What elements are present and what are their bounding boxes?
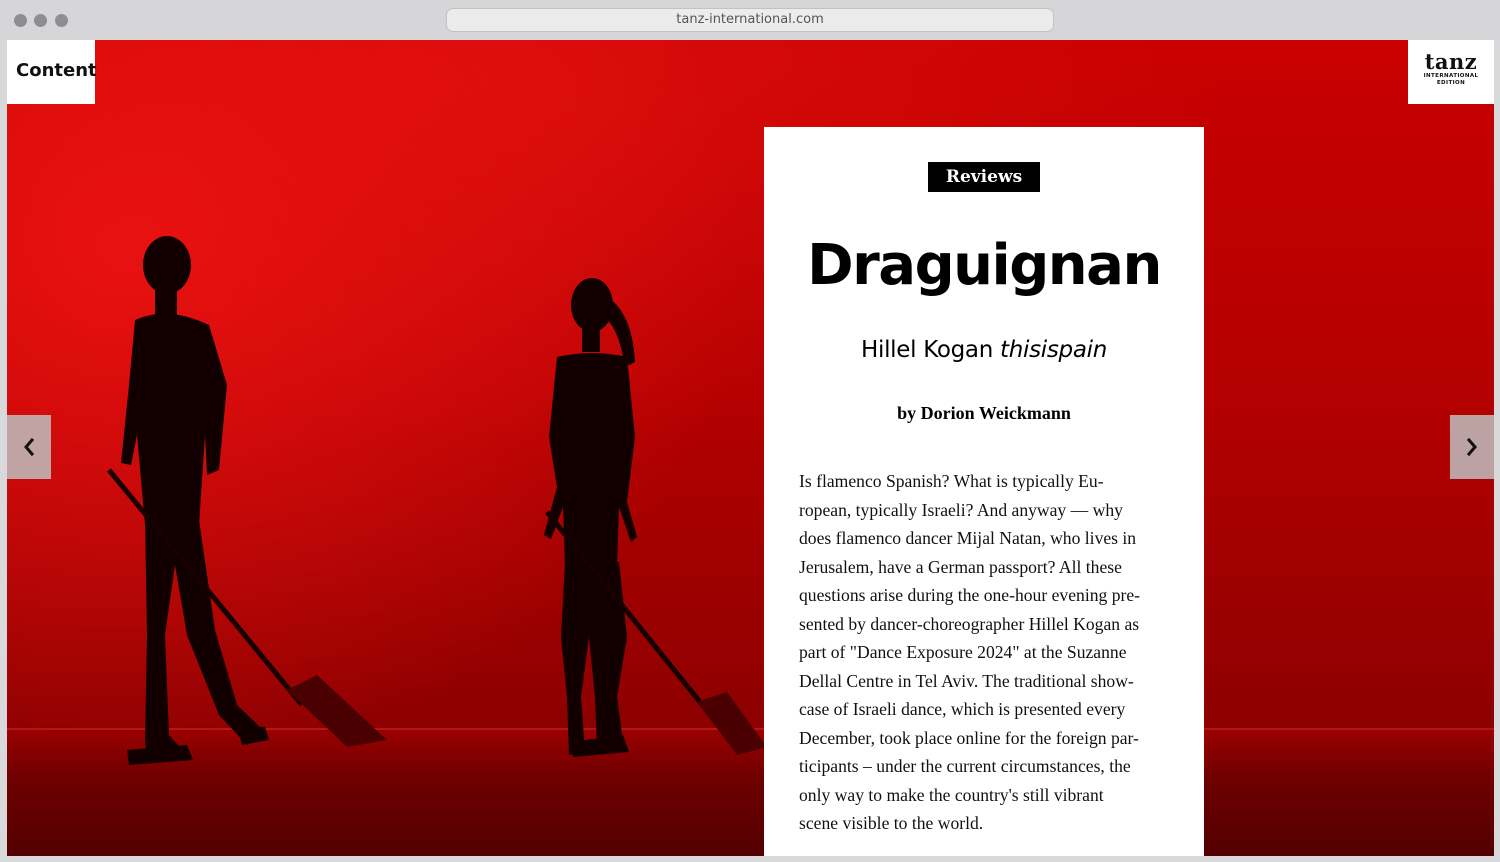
body-line: questions arise during the one-hour even… — [799, 585, 1141, 605]
browser-title-bar: tanz-international.com — [0, 0, 1500, 40]
close-window-button[interactable] — [14, 14, 27, 27]
body-line: only way to make the country's still vib… — [799, 784, 1104, 805]
tanz-logo[interactable]: tanz INTERNATIONAL EDITION — [1408, 40, 1494, 104]
body-line: ropean, typically Israeli? And anyway — … — [799, 499, 1123, 520]
body-line: part of "Dance Exposure 2024" at the Suz… — [799, 642, 1127, 662]
logo-subline-1: INTERNATIONAL — [1423, 73, 1479, 79]
body-line: December, took place online for the fore… — [799, 727, 1139, 748]
body-line: Jerusalem, have a German passport? All t… — [799, 556, 1122, 577]
page-viewport: Content tanz INTERNATIONAL EDITION Revie… — [7, 40, 1494, 856]
body-line: Dellal Centre in Tel Aviv. The tradition… — [799, 670, 1134, 691]
article-body: Is flamenco Spanish? What is typically E… — [799, 467, 1169, 838]
body-line: sented by dancer-choreographer Hillel Ko… — [799, 613, 1140, 634]
maximize-window-button[interactable] — [55, 14, 68, 27]
content-menu-button[interactable]: Content — [7, 40, 97, 104]
minimize-window-button[interactable] — [34, 14, 47, 27]
content-menu-label: Content — [16, 60, 97, 81]
address-bar[interactable]: tanz-international.com — [446, 8, 1054, 32]
article-byline: by Dorion Weickmann — [897, 403, 1071, 423]
female-dancer-silhouette — [527, 277, 767, 762]
body-line: case of Israeli dance, which is presente… — [799, 699, 1126, 719]
subtitle-name: Hillel Kogan — [860, 337, 993, 363]
category-badge[interactable]: Reviews — [928, 162, 1040, 192]
body-line: does flamenco dancer Mijal Natan, who li… — [799, 528, 1137, 548]
chevron-right-icon — [1466, 438, 1477, 456]
article-title: Draguignan — [807, 233, 1162, 298]
article-subtitle: Hillel Kogan thisispain — [764, 335, 1204, 365]
browser-window: tanz-international.com Content tanz INTE… — [0, 0, 1500, 862]
chevron-left-icon — [24, 438, 35, 456]
body-line: ticipants – under the current circumstan… — [799, 756, 1131, 776]
male-dancer-silhouette — [87, 235, 387, 770]
next-page-button[interactable] — [1450, 415, 1494, 479]
subtitle-work: thisispain — [1000, 337, 1108, 363]
previous-page-button[interactable] — [7, 415, 51, 479]
logo-wordmark: tanz — [1424, 49, 1478, 74]
article-card: Reviews Draguignan Hillel Kogan thisispa… — [764, 127, 1204, 856]
body-line: Is flamenco Spanish? What is typically E… — [799, 471, 1104, 491]
logo-subline-2: EDITION — [1436, 80, 1466, 86]
body-line: scene visible to the world. — [799, 813, 984, 833]
